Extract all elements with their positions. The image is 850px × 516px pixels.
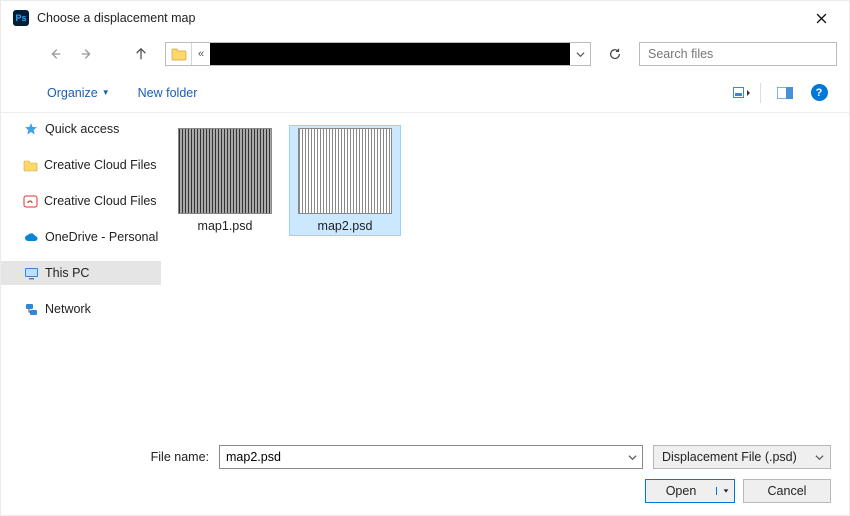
sidebar-item-onedrive[interactable]: OneDrive - Personal xyxy=(1,225,161,249)
sidebar-item-creative-cloud-2[interactable]: Creative Cloud Files P xyxy=(1,189,161,213)
new-folder-button[interactable]: New folder xyxy=(138,86,198,100)
cancel-button[interactable]: Cancel xyxy=(743,479,831,503)
filename-label: File name: xyxy=(19,450,209,464)
toolbar: Organize ▼ New folder ? xyxy=(1,73,849,113)
sidebar-item-label: OneDrive - Personal xyxy=(45,230,158,244)
preview-pane-button[interactable] xyxy=(771,81,799,105)
arrow-up-icon xyxy=(134,47,148,61)
star-icon xyxy=(23,121,39,137)
search-box[interactable] xyxy=(639,42,837,66)
sidebar-item-this-pc[interactable]: This PC xyxy=(1,261,161,285)
creative-cloud-icon xyxy=(23,193,38,209)
close-button[interactable] xyxy=(801,4,841,32)
filetype-select[interactable]: Displacement File (.psd) xyxy=(653,445,831,469)
organize-label: Organize xyxy=(47,86,98,100)
thumbnails-view-icon xyxy=(733,86,751,100)
back-button[interactable] xyxy=(41,40,69,68)
refresh-icon xyxy=(608,47,622,61)
sidebar-item-network[interactable]: Network xyxy=(1,297,161,321)
filename-input[interactable] xyxy=(220,450,622,464)
file-item[interactable]: map2.psd xyxy=(289,125,401,236)
help-icon: ? xyxy=(811,84,828,101)
window-title: Choose a displacement map xyxy=(37,11,801,25)
filename-combobox[interactable] xyxy=(219,445,643,469)
sidebar-item-quick-access[interactable]: Quick access xyxy=(1,117,161,141)
chevron-down-icon xyxy=(576,50,585,59)
cancel-button-label: Cancel xyxy=(768,484,807,498)
sidebar-item-label: Network xyxy=(45,302,91,316)
view-mode-button[interactable] xyxy=(728,81,756,105)
file-item[interactable]: map1.psd xyxy=(169,125,281,236)
up-button[interactable] xyxy=(127,40,155,68)
file-label: map2.psd xyxy=(318,219,373,233)
arrow-right-icon xyxy=(80,47,94,61)
network-icon xyxy=(23,301,39,317)
file-thumbnail xyxy=(298,128,392,214)
cloud-icon xyxy=(23,229,39,245)
help-button[interactable]: ? xyxy=(805,81,833,105)
caret-down-icon xyxy=(722,487,730,495)
titlebar: Ps Choose a displacement map xyxy=(1,1,849,35)
chevron-down-icon xyxy=(815,453,824,462)
arrow-left-icon xyxy=(48,47,62,61)
folder-icon xyxy=(23,157,38,173)
new-folder-label: New folder xyxy=(138,86,198,100)
path-redacted xyxy=(210,43,570,65)
open-button[interactable]: Open xyxy=(645,479,735,503)
file-open-dialog: Ps Choose a displacement map « xyxy=(0,0,850,516)
footer: File name: Displacement File (.psd) Open xyxy=(1,435,849,515)
nav-row: « xyxy=(1,35,849,73)
sidebar-item-label: This PC xyxy=(45,266,89,280)
monitor-icon xyxy=(23,265,39,281)
chevron-down-icon xyxy=(628,453,637,462)
forward-button[interactable] xyxy=(73,40,101,68)
sidebar-item-creative-cloud-1[interactable]: Creative Cloud Files xyxy=(1,153,161,177)
folder-icon xyxy=(166,43,192,65)
sidebar-item-label: Creative Cloud Files P xyxy=(44,194,161,208)
filename-dropdown[interactable] xyxy=(622,453,642,462)
address-dropdown[interactable] xyxy=(570,50,590,59)
organize-menu[interactable]: Organize ▼ xyxy=(47,86,110,100)
search-input[interactable] xyxy=(646,46,830,62)
address-bar[interactable]: « xyxy=(165,42,591,66)
filetype-label: Displacement File (.psd) xyxy=(662,450,797,464)
file-label: map1.psd xyxy=(198,219,253,233)
chevron-down-icon: ▼ xyxy=(102,88,110,97)
refresh-button[interactable] xyxy=(601,42,629,66)
photoshop-app-icon: Ps xyxy=(13,10,29,26)
path-overflow[interactable]: « xyxy=(192,48,210,60)
file-list: map1.psd map2.psd xyxy=(161,113,849,435)
file-thumbnail xyxy=(178,128,272,214)
sidebar-item-label: Quick access xyxy=(45,122,119,136)
open-button-split[interactable] xyxy=(716,487,734,495)
sidebar-item-label: Creative Cloud Files xyxy=(44,158,157,172)
preview-pane-icon xyxy=(777,87,793,99)
close-icon xyxy=(816,13,827,24)
body: Quick access Creative Cloud Files Creati… xyxy=(1,113,849,435)
open-button-label: Open xyxy=(646,484,716,498)
sidebar: Quick access Creative Cloud Files Creati… xyxy=(1,113,161,435)
